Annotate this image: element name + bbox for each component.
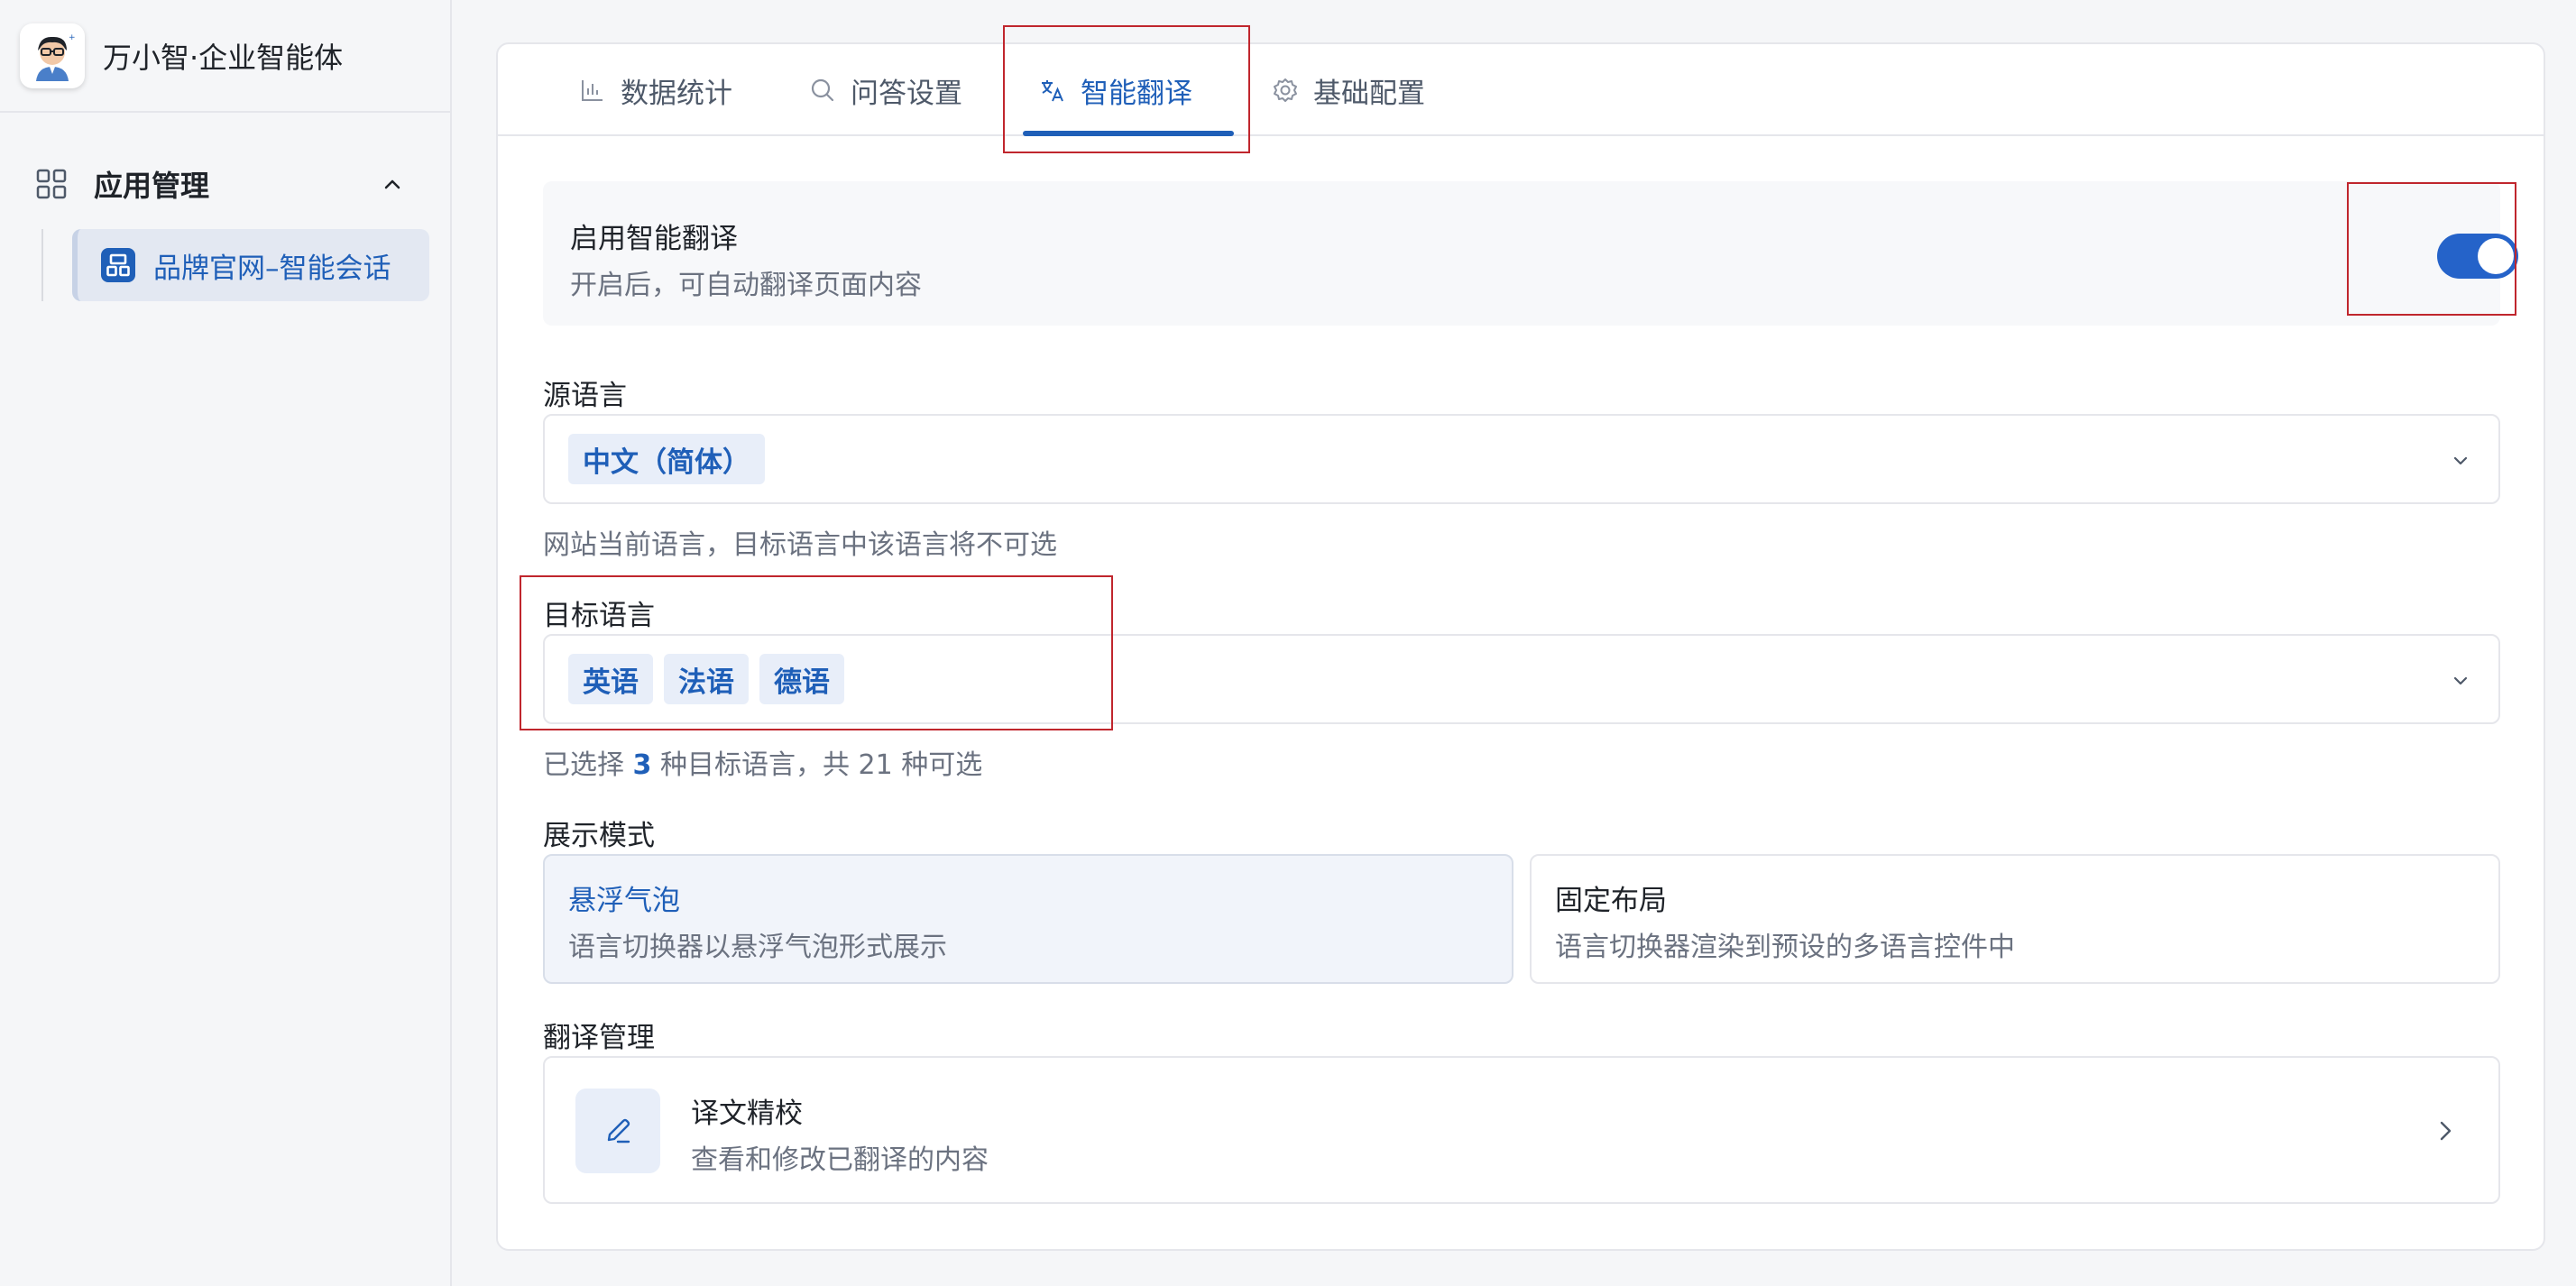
source-language-tag: 中文（简体） [568,434,765,484]
grid-icon [36,169,67,199]
display-mode-fixed-layout[interactable]: 固定布局 语言切换器渲染到预设的多语言控件中 [1530,854,2500,984]
bar-chart-icon [582,80,603,101]
target-language-tag[interactable]: 法语 [664,654,749,704]
target-language-label: 目标语言 [543,600,655,632]
mode-title: 悬浮气泡 [568,885,680,917]
target-selected-count: 3 [632,749,652,781]
search-icon [811,78,834,102]
proofread-title: 译文精校 [691,1098,803,1130]
app-icon [101,248,135,282]
mode-desc: 语言切换器渲染到预设的多语言控件中 [1555,932,2015,963]
source-language-hint: 网站当前语言，目标语言中该语言将不可选 [543,529,1057,561]
source-language-select[interactable]: 中文（简体） [543,414,2500,504]
nav-tree-line [41,229,43,301]
enable-translation-title: 启用智能翻译 [570,223,738,255]
gear-icon [1274,78,1297,102]
display-mode-floating-bubble[interactable]: 悬浮气泡 语言切换器以悬浮气泡形式展示 [543,854,1513,984]
enable-translation-desc: 开启后，可自动翻译页面内容 [570,270,922,301]
enable-translation-toggle[interactable] [2437,234,2518,279]
mode-desc: 语言切换器以悬浮气泡形式展示 [568,932,947,963]
mode-title: 固定布局 [1555,885,1667,917]
nav-group-label: 应用管理 [94,169,210,203]
display-mode-label: 展示模式 [543,820,655,852]
nav-group-app-management[interactable]: 应用管理 [0,157,450,211]
tab-label: 问答设置 [851,77,962,110]
sidebar-item-label: 品牌官网–智能会话 [153,252,391,285]
tab-bar: 数据统计 问答设置 智能翻译 基础配置 [498,44,2544,136]
toggle-knob [2478,238,2514,274]
avatar-icon: + [36,33,76,81]
brand-logo: + [20,23,85,88]
target-language-select[interactable]: 英语 法语 德语 [543,634,2500,724]
tab-qa-settings[interactable]: 问答设置 [809,44,962,136]
sidebar: + 万小智·企业智能体 应用管理 品牌官网–智能会话 [0,0,452,1286]
enable-translation-row: 启用智能翻译 开启后，可自动翻译页面内容 [543,181,2518,326]
tab-smart-translation[interactable]: 智能翻译 [1039,44,1192,136]
translate-icon [1042,80,1063,102]
target-language-tag[interactable]: 英语 [568,654,653,704]
translation-proofread-card[interactable]: 译文精校 查看和修改已翻译的内容 [543,1056,2500,1204]
nav-subitems: 品牌官网–智能会话 [0,229,450,301]
tab-label: 智能翻译 [1081,77,1192,110]
chevron-up-icon[interactable] [380,171,405,197]
proofread-desc: 查看和修改已翻译的内容 [691,1144,989,1176]
tab-basic-config[interactable]: 基础配置 [1272,44,1425,136]
edit-pen-icon [575,1089,660,1173]
tab-data-stats[interactable]: 数据统计 [579,44,732,136]
translation-management-label: 翻译管理 [543,1022,655,1054]
active-tab-indicator [1023,131,1234,136]
target-language-hint: 已选择 3 种目标语言，共 21 种可选 [543,742,982,782]
target-hint-prefix: 已选择 [543,749,624,781]
target-language-tag[interactable]: 德语 [759,654,844,704]
chevron-right-icon [2440,1121,2452,1141]
chevron-down-icon [2453,456,2468,465]
tab-label: 数据统计 [621,77,732,110]
chevron-down-icon [2453,676,2468,685]
brand-header: + 万小智·企业智能体 [0,0,450,113]
tab-label: 基础配置 [1313,77,1425,110]
sidebar-item-brand-site-chat[interactable]: 品牌官网–智能会话 [72,229,429,301]
svg-text:+: + [69,33,76,42]
settings-panel: 数据统计 问答设置 智能翻译 基础配置 启用智能翻译 开启后，可自动翻译页面内容… [496,42,2545,1251]
brand-name: 万小智·企业智能体 [103,40,344,75]
source-language-label: 源语言 [543,380,627,412]
target-hint-suffix: 种目标语言，共 21 种可选 [659,749,983,781]
